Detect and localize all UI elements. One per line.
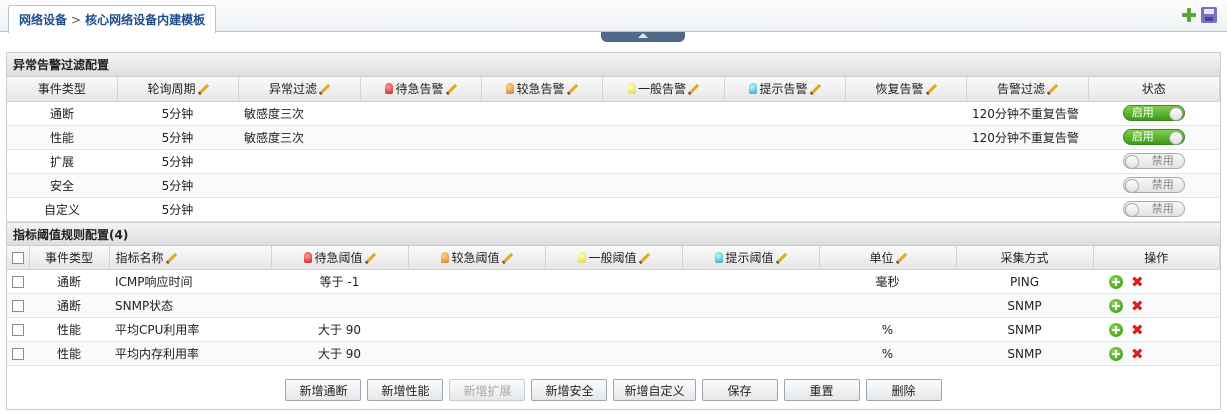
col-actions: 操作 — [1093, 245, 1220, 270]
table-row: 性能 平均内存利用率 大于 90 % SNMP ✖ — [7, 341, 1220, 366]
status-toggle[interactable]: 禁用 — [1122, 201, 1185, 217]
save-icon[interactable] — [1201, 7, 1217, 23]
add-perf-button[interactable]: 新增性能 — [367, 379, 444, 401]
orange-bulb-icon — [506, 83, 515, 95]
col-major-alarm[interactable]: 较急告警 — [481, 77, 603, 102]
add-sec-button[interactable]: 新增安全 — [531, 379, 608, 401]
delete-row-icon[interactable]: ✖ — [1131, 274, 1144, 289]
col-recover-alarm[interactable]: 恢复告警 — [845, 77, 967, 102]
table-row: 通断 5分钟 敏感度三次 120分钟不重复告警 启用 — [7, 101, 1220, 126]
row-checkbox[interactable] — [12, 276, 24, 288]
pencil-icon[interactable] — [502, 253, 512, 263]
main-panel: 异常告警过滤配置 事件类型 轮询周期 异常过滤 待急告警 较急告警 一般告警 提… — [6, 52, 1221, 410]
add-row-icon[interactable] — [1109, 346, 1123, 361]
cyan-bulb-icon — [749, 83, 758, 95]
add-connect-button[interactable]: 新增通断 — [285, 379, 362, 401]
cyan-bulb-icon — [715, 251, 724, 263]
col-event-type: 事件类型 — [29, 245, 110, 270]
threshold-section-title: 指标阈值规则配置(4) — [7, 221, 1220, 246]
pencil-icon[interactable] — [776, 253, 786, 263]
pencil-icon[interactable] — [896, 253, 906, 263]
delete-row-icon[interactable]: ✖ — [1131, 298, 1144, 313]
pencil-icon[interactable] — [567, 84, 577, 94]
table-row: 性能 平均CPU利用率 大于 90 % SNMP ✖ — [7, 317, 1220, 342]
breadcrumb[interactable]: 网络设备 > 核心网络设备内建模板 — [8, 5, 217, 33]
row-checkbox[interactable] — [12, 300, 24, 312]
table-row: 通断 ICMP响应时间 等于 -1 毫秒 PING ✖ — [7, 269, 1220, 294]
pencil-icon[interactable] — [365, 253, 375, 263]
collapse-handle[interactable] — [601, 32, 685, 42]
col-metric-name[interactable]: 指标名称 — [109, 245, 272, 270]
col-normal-threshold[interactable]: 一般阈值 — [545, 245, 683, 270]
threshold-table: 事件类型 指标名称 待急阈值 较急阈值 一般阈值 提示阈值 单位 采集方式 操作… — [7, 245, 1220, 366]
col-unit[interactable]: 单位 — [819, 245, 957, 270]
add-custom-button[interactable]: 新增自定义 — [613, 379, 696, 401]
col-event-type: 事件类型 — [7, 77, 118, 102]
add-icon[interactable] — [1181, 7, 1197, 23]
table-row: 扩展 5分钟 禁用 — [7, 149, 1220, 174]
filter-table: 事件类型 轮询周期 异常过滤 待急告警 较急告警 一般告警 提示告警 恢复告警 … — [7, 77, 1220, 222]
pencil-icon[interactable] — [810, 84, 820, 94]
col-hint-threshold[interactable]: 提示阈值 — [682, 245, 820, 270]
col-status: 状态 — [1088, 77, 1220, 102]
row-checkbox[interactable] — [12, 348, 24, 360]
breadcrumb-root[interactable]: 网络设备 — [19, 11, 67, 28]
col-urgent-threshold[interactable]: 待急阈值 — [271, 245, 409, 270]
status-toggle[interactable]: 启用 — [1122, 105, 1185, 121]
pencil-icon[interactable] — [639, 253, 649, 263]
add-row-icon[interactable] — [1109, 274, 1123, 289]
pencil-icon[interactable] — [1047, 84, 1057, 94]
col-poll-period[interactable]: 轮询周期 — [117, 77, 239, 102]
delete-row-icon[interactable]: ✖ — [1131, 322, 1144, 337]
select-all-header[interactable] — [7, 245, 30, 270]
breadcrumb-current: 核心网络设备内建模板 — [85, 13, 206, 27]
col-alarm-filter[interactable]: 告警过滤 — [966, 77, 1089, 102]
pencil-icon[interactable] — [319, 84, 329, 94]
reset-button[interactable]: 重置 — [783, 379, 860, 401]
col-normal-alarm[interactable]: 一般告警 — [602, 77, 725, 102]
add-ext-button[interactable]: 新增扩展 — [449, 379, 526, 401]
table-row: 安全 5分钟 禁用 — [7, 173, 1220, 198]
col-urgent-alarm[interactable]: 待急告警 — [360, 77, 482, 102]
filter-section-title: 异常告警过滤配置 — [7, 53, 1220, 77]
orange-bulb-icon — [441, 251, 450, 263]
yellow-bulb-icon — [578, 251, 587, 263]
top-tab-bar: 网络设备 > 核心网络设备内建模板 — [0, 0, 1227, 33]
table-row: 通断 SNMP状态 SNMP ✖ — [7, 293, 1220, 318]
col-abnormal-filter[interactable]: 异常过滤 — [238, 77, 361, 102]
status-toggle[interactable]: 禁用 — [1122, 153, 1185, 169]
red-bulb-icon — [304, 251, 313, 263]
pencil-icon[interactable] — [446, 84, 456, 94]
select-all-checkbox[interactable] — [11, 251, 24, 264]
col-collect-method: 采集方式 — [956, 245, 1094, 270]
row-checkbox[interactable] — [12, 324, 24, 336]
save-button[interactable]: 保存 — [701, 379, 778, 401]
table-row: 自定义 5分钟 禁用 — [7, 197, 1220, 222]
col-major-threshold[interactable]: 较急阈值 — [408, 245, 546, 270]
col-hint-alarm[interactable]: 提示告警 — [724, 77, 846, 102]
button-bar: 新增通断 新增性能 新增扩展 新增安全 新增自定义 保存 重置 删除 — [7, 379, 1220, 409]
status-toggle[interactable]: 启用 — [1122, 129, 1185, 145]
pencil-icon[interactable] — [688, 84, 698, 94]
table-row: 性能 5分钟 敏感度三次 120分钟不重复告警 启用 — [7, 125, 1220, 150]
add-row-icon[interactable] — [1109, 298, 1123, 313]
pencil-icon[interactable] — [166, 253, 176, 263]
add-row-icon[interactable] — [1109, 322, 1123, 337]
status-toggle[interactable]: 禁用 — [1122, 177, 1185, 193]
pencil-icon[interactable] — [926, 84, 936, 94]
red-bulb-icon — [385, 83, 394, 95]
yellow-bulb-icon — [627, 83, 636, 95]
delete-button[interactable]: 删除 — [865, 379, 942, 401]
breadcrumb-separator: > — [71, 12, 82, 27]
pencil-icon[interactable] — [198, 84, 208, 94]
delete-row-icon[interactable]: ✖ — [1131, 346, 1144, 361]
